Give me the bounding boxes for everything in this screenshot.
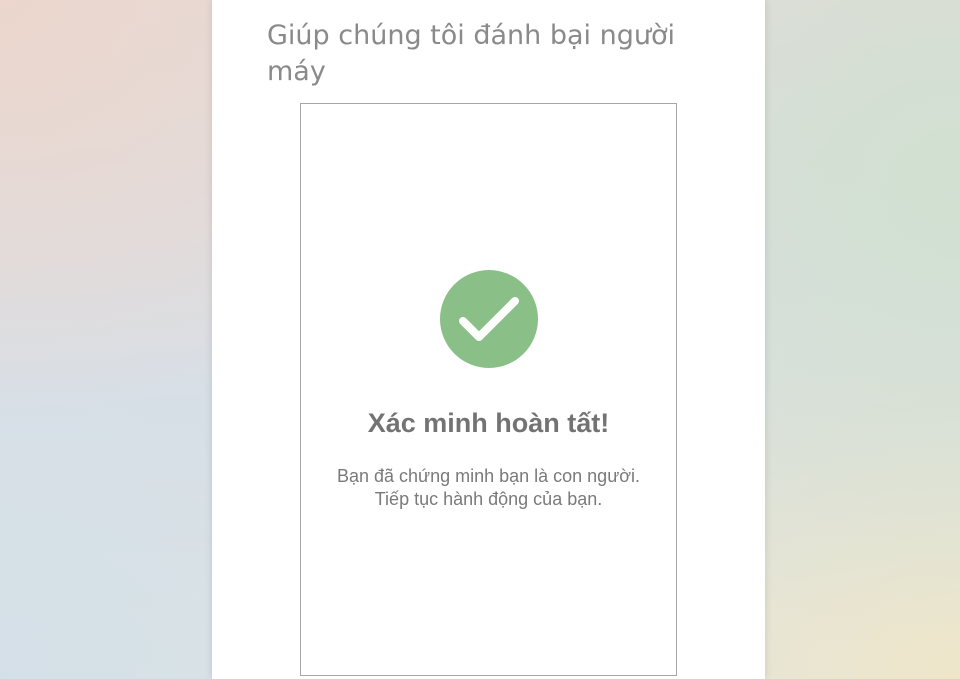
verification-message: Bạn đã chứng minh bạn là con người. Tiếp… (336, 466, 641, 509)
verification-frame: Xác minh hoàn tất! Bạn đã chứng minh bạn… (300, 103, 677, 676)
verification-complete-title: Xác minh hoàn tất! (367, 408, 610, 438)
checkmark-success-icon (440, 270, 538, 368)
challenge-card: Giúp chúng tôi đánh bại người máy Xác mi… (212, 0, 765, 679)
page-title: Giúp chúng tôi đánh bại người máy (267, 20, 675, 87)
